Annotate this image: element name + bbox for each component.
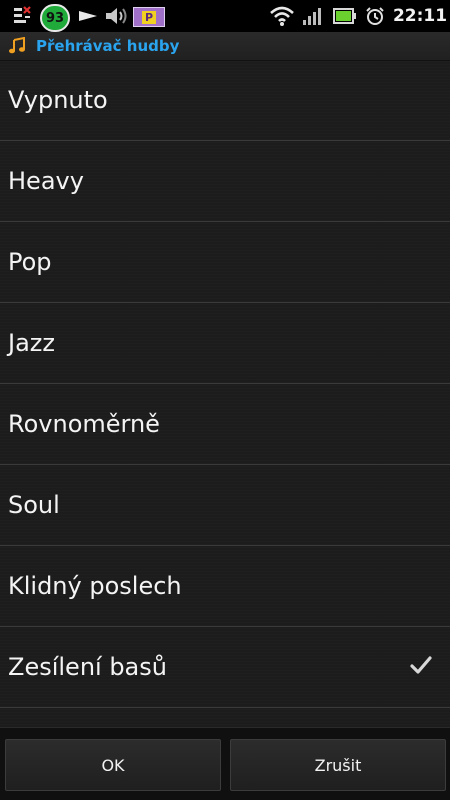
list-item-label: Jazz: [8, 329, 55, 357]
play-icon: [78, 0, 98, 32]
equalizer-preset-list: Vypnuto Heavy Pop Jazz Rovnoměrně Soul K…: [0, 60, 450, 727]
list-item-heavy[interactable]: Heavy: [0, 141, 450, 222]
list-item-jazz[interactable]: Jazz: [0, 303, 450, 384]
notification-count-badge: 93: [40, 4, 70, 32]
status-bar: 93 P 22:11: [0, 0, 450, 32]
cancel-button[interactable]: Zrušit: [230, 739, 446, 791]
list-item-label: Soul: [8, 491, 60, 519]
parking-badge-label: P: [141, 10, 157, 24]
parking-icon: P: [133, 7, 165, 27]
alarm-icon: [364, 0, 386, 32]
list-item-vypnuto[interactable]: Vypnuto: [0, 60, 450, 141]
dialog-title: Přehrávač hudby: [36, 37, 180, 55]
clock-time: 22:11: [392, 6, 448, 26]
dialog-title-bar: Přehrávač hudby: [0, 32, 450, 61]
list-item-zesileni-basu[interactable]: Zesílení basů: [0, 627, 450, 708]
list-item-label: Pop: [8, 248, 52, 276]
list-item-label: Klidný poslech: [8, 572, 182, 600]
list-item-pop[interactable]: Pop: [0, 222, 450, 303]
wifi-icon: [268, 0, 296, 32]
volume-icon: [104, 0, 128, 32]
dialog-button-bar: OK Zrušit: [0, 727, 450, 800]
checkmark-icon: [410, 656, 432, 674]
notification-list-icon[interactable]: [10, 0, 34, 32]
list-item-label: Rovnoměrně: [8, 410, 160, 438]
music-note-icon: [6, 35, 28, 57]
list-item-label: Heavy: [8, 167, 84, 195]
list-item-rovnomerne[interactable]: Rovnoměrně: [0, 384, 450, 465]
list-item-klidny-poslech[interactable]: Klidný poslech: [0, 546, 450, 627]
list-item-label: Zesílení basů: [8, 653, 167, 681]
list-item-soul[interactable]: Soul: [0, 465, 450, 546]
list-item-label: Vypnuto: [8, 86, 108, 114]
signal-icon: [302, 0, 322, 32]
ok-button[interactable]: OK: [5, 739, 221, 791]
screen: 93 P 22:11 Přehrávač hudby Vypnuto Heavy…: [0, 0, 450, 800]
battery-icon: [332, 0, 358, 32]
